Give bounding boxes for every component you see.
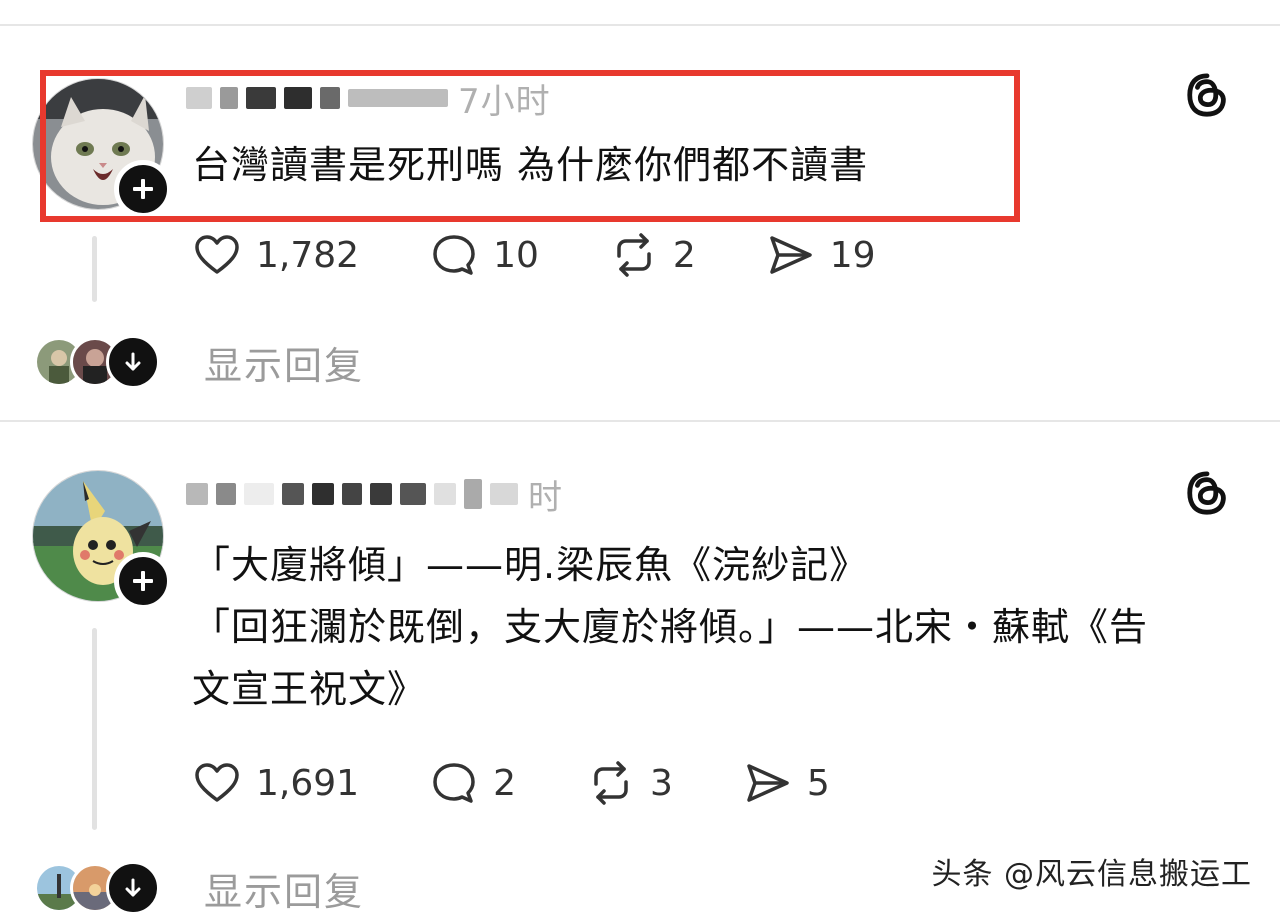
post-2-line: 「回狂瀾於既倒，支大廈於將傾。」——北宋・蘇軾《告	[192, 605, 1149, 649]
plus-icon	[133, 571, 153, 591]
redacted-username	[282, 483, 304, 505]
threads-feed: 7小时 台灣讀書是死刑嗎 為什麼你們都不讀書 1,782 10 2 19 显示回…	[0, 0, 1280, 915]
post-2-share-count: 5	[806, 762, 830, 804]
post-2-time: 时	[528, 477, 563, 518]
post-2-actions: 1,691 2 3 5	[192, 758, 900, 808]
send-icon	[747, 764, 789, 802]
redacted-username	[400, 483, 426, 505]
show-replies-link[interactable]: 显示回复	[204, 335, 364, 390]
redacted-username	[370, 483, 392, 505]
heart-icon	[195, 235, 239, 274]
highlight-box	[40, 70, 1020, 222]
redacted-username	[312, 483, 334, 505]
redacted-username	[216, 483, 236, 505]
redacted-username	[434, 483, 456, 505]
heart-icon	[195, 763, 239, 802]
comment-icon	[433, 763, 475, 803]
redacted-username	[464, 479, 482, 509]
threads-glyph	[1187, 73, 1226, 117]
post-1-comment-count: 10	[493, 234, 539, 276]
post-1-repost-button[interactable]: 2	[609, 230, 696, 280]
post-2-repost-button[interactable]: 3	[586, 758, 673, 808]
post-2-comment-button[interactable]: 2	[429, 758, 516, 808]
redacted-username	[342, 483, 362, 505]
arrow-down-icon	[125, 878, 141, 897]
threads-logo-icon[interactable]	[1184, 470, 1230, 516]
send-icon	[770, 236, 812, 274]
post-2-line: 「大廈將傾」——明.梁辰魚《浣紗記》	[192, 543, 869, 587]
expand-replies-button[interactable]	[106, 335, 160, 389]
redacted-username	[244, 483, 274, 505]
post-1-thread-line	[92, 236, 97, 302]
expand-replies-button[interactable]	[106, 861, 160, 915]
post-2-repost-count: 3	[649, 762, 673, 804]
show-replies-link[interactable]: 显示回复	[204, 861, 364, 915]
post-2-follow-button[interactable]	[114, 552, 172, 610]
post-1-share-button[interactable]: 19	[766, 230, 876, 280]
redacted-username	[490, 483, 518, 505]
comment-icon	[433, 235, 475, 275]
post-2-comment-count: 2	[493, 762, 516, 804]
post-2-share-button[interactable]: 5	[743, 758, 830, 808]
redacted-username	[186, 483, 208, 505]
post-1-actions: 1,782 10 2 19	[192, 230, 946, 280]
post-2-like-count: 1,691	[256, 762, 360, 804]
post-1-comment-button[interactable]: 10	[429, 230, 539, 280]
watermark: 头条 @风云信息搬运工	[931, 857, 1252, 892]
threads-glyph	[1187, 471, 1226, 515]
post-2-like-button[interactable]: 1,691	[192, 758, 359, 808]
arrow-down-icon	[125, 352, 141, 371]
post-1-like-count: 1,782	[256, 234, 360, 276]
post-2-line: 文宣王祝文》	[192, 667, 427, 711]
threads-logo-icon[interactable]	[1184, 72, 1230, 118]
post-2-thread-line	[92, 628, 97, 830]
repost-icon	[594, 761, 628, 805]
post-2-text: 「大廈將傾」——明.梁辰魚《浣紗記》 「回狂瀾於既倒，支大廈於將傾。」——北宋・…	[192, 534, 1148, 720]
post-1-replies-row[interactable]: 显示回复	[34, 335, 364, 390]
top-divider	[0, 24, 1280, 26]
post-1-like-button[interactable]: 1,782	[192, 230, 359, 280]
post-2-meta: 时	[186, 474, 563, 518]
post-1-repost-count: 2	[672, 234, 696, 276]
post-1-share-count: 19	[829, 234, 876, 276]
repost-icon	[617, 233, 651, 277]
post-divider	[0, 420, 1280, 422]
post-2-replies-row[interactable]: 显示回复	[34, 861, 364, 915]
